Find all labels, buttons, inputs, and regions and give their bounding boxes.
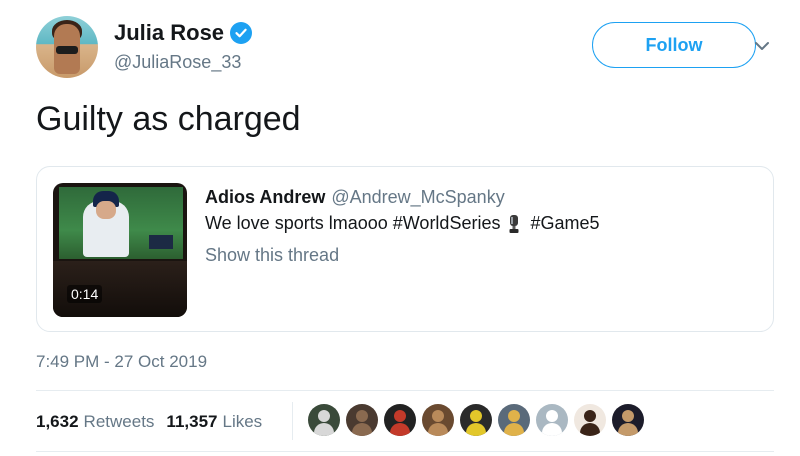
show-thread-link[interactable]: Show this thread — [205, 245, 339, 266]
tweet-stats: 1,632 Retweets 11,357 Likes — [36, 412, 274, 432]
retweets-label[interactable]: Retweets — [84, 412, 155, 432]
liker-avatar[interactable] — [384, 404, 416, 436]
author-display-name[interactable]: Julia Rose — [114, 20, 224, 46]
chevron-down-icon[interactable] — [752, 36, 772, 56]
stats-separator — [292, 402, 293, 440]
divider-bottom — [36, 451, 774, 452]
likes-label[interactable]: Likes — [222, 412, 262, 432]
liker-avatar[interactable] — [460, 404, 492, 436]
liker-avatars — [308, 404, 650, 436]
follow-button[interactable]: Follow — [592, 22, 756, 68]
quoted-tweet-text: We love sports lmaooo #WorldSeries #Game… — [205, 213, 600, 234]
liker-avatar[interactable] — [346, 404, 378, 436]
liker-avatar[interactable] — [574, 404, 606, 436]
quoted-tweet-card[interactable]: 0:14 Adios Andrew @Andrew_McSpanky We lo… — [36, 166, 774, 332]
trophy-icon — [508, 214, 520, 234]
quoted-author-name: Adios Andrew — [205, 187, 326, 207]
tweet-timestamp[interactable]: 7:49 PM - 27 Oct 2019 — [36, 352, 207, 372]
tweet-text: Guilty as charged — [36, 100, 301, 138]
liker-avatar[interactable] — [612, 404, 644, 436]
author-avatar[interactable] — [36, 16, 98, 78]
author-handle[interactable]: @JuliaRose_33 — [114, 52, 241, 73]
video-thumbnail[interactable]: 0:14 — [53, 183, 187, 317]
likes-count[interactable]: 11,357 — [166, 412, 217, 432]
tweet-header: Julia Rose @JuliaRose_33 Follow — [36, 16, 776, 82]
quoted-author-handle: @Andrew_McSpanky — [331, 187, 505, 207]
liker-avatar[interactable] — [498, 404, 530, 436]
liker-avatar[interactable] — [536, 404, 568, 436]
liker-avatar[interactable] — [308, 404, 340, 436]
liker-avatar[interactable] — [422, 404, 454, 436]
divider-top — [36, 390, 774, 391]
video-duration: 0:14 — [67, 285, 103, 303]
verified-badge-icon — [230, 22, 253, 44]
quoted-text-part-2: #Game5 — [530, 213, 600, 233]
retweets-count[interactable]: 1,632 — [36, 412, 79, 432]
quoted-author: Adios Andrew @Andrew_McSpanky — [205, 187, 505, 208]
author-name-row[interactable]: Julia Rose — [114, 20, 253, 46]
quoted-text-part-1: We love sports lmaooo #WorldSeries — [205, 213, 501, 233]
